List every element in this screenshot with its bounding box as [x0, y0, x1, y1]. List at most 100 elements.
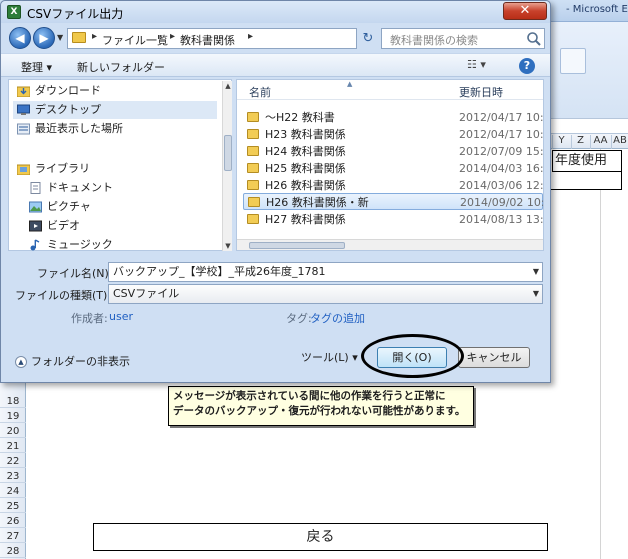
author-label: 作成者: [71, 312, 108, 325]
desktop-icon [17, 104, 30, 115]
ribbon-paste-icon[interactable] [560, 48, 586, 74]
command-toolbar: 整理 ▾ 新しいフォルダー ☷ ▾ ? [1, 53, 550, 77]
folder-row[interactable]: H25 教科書関係 2014/04/03 16:14 [243, 160, 543, 177]
documents-icon [30, 182, 41, 194]
back-button[interactable]: 戻る [93, 523, 548, 551]
column-name-header[interactable]: 名前 [249, 84, 271, 100]
column-date-header[interactable]: 更新日時 [459, 84, 503, 100]
row-number[interactable]: 28 [0, 545, 26, 558]
hide-folders-toggle[interactable]: ▲ フォルダーの非表示 [15, 353, 130, 369]
nav-item-videos[interactable]: ビデオ [25, 217, 217, 235]
column-header-z[interactable]: Z [571, 135, 589, 149]
folder-icon [72, 32, 86, 43]
folder-date: 2012/04/17 10:10 [459, 128, 544, 141]
filetype-select[interactable]: CSVファイル ▼ [108, 284, 543, 304]
hide-folders-label: フォルダーの非表示 [31, 355, 130, 368]
folder-row-selected[interactable]: H26 教科書関係・新 2014/09/02 10:49 [243, 193, 543, 210]
nav-item-music[interactable]: ミュージック [25, 236, 217, 254]
sort-caret-icon: ▲ [347, 80, 353, 88]
scroll-down-icon[interactable]: ▼ [223, 241, 233, 251]
folder-name: H26 教科書関係 [265, 179, 346, 192]
folder-icon [247, 146, 259, 156]
scroll-up-icon[interactable]: ▲ [223, 81, 233, 91]
column-header-aa[interactable]: AA [590, 135, 610, 149]
sheet-cell[interactable] [548, 172, 622, 190]
nav-item-recent[interactable]: 最近表示した場所 [13, 120, 217, 138]
row-number[interactable]: 23 [0, 470, 26, 483]
author-value[interactable]: user [109, 310, 133, 323]
folder-row[interactable]: ～H22 教科書 2012/04/17 10:10 [243, 109, 543, 126]
folder-date: 2014/08/13 13:32 [459, 213, 544, 226]
chevron-right-icon[interactable]: ▸ [170, 31, 175, 42]
nav-item-pictures[interactable]: ピクチャ [25, 198, 217, 216]
collapse-icon: ▲ [15, 356, 27, 368]
nav-item-documents[interactable]: ドキュメント [25, 179, 217, 197]
formula-bar[interactable] [548, 118, 628, 134]
pictures-icon [29, 201, 42, 213]
organize-button[interactable]: 整理 ▾ [21, 59, 52, 75]
nav-scroll-thumb[interactable] [224, 135, 232, 171]
nav-item-desktop[interactable]: デスクトップ [13, 101, 217, 119]
nav-scrollbar[interactable]: ▲ ▼ [222, 81, 232, 251]
chevron-right-icon[interactable]: ▸ [248, 31, 253, 42]
column-header-ab[interactable]: AB [611, 135, 628, 149]
row-number[interactable]: 18 [0, 395, 26, 408]
row-number[interactable]: 25 [0, 500, 26, 513]
back-arrow-icon[interactable]: ◀ [9, 27, 31, 49]
tag-label: タグ: [286, 312, 312, 325]
dialog-titlebar[interactable]: X CSVファイル出力 ✕ [1, 1, 550, 23]
folder-date: 2012/07/09 15:00 [459, 145, 544, 158]
music-icon [30, 239, 40, 251]
chevron-down-icon[interactable]: ▼ [533, 285, 539, 303]
help-icon[interactable]: ? [519, 58, 535, 74]
close-button[interactable]: ✕ [503, 2, 547, 20]
forward-arrow-icon[interactable]: ▶ [33, 27, 55, 49]
recent-pages-dropdown-icon[interactable]: ▼ [57, 33, 63, 42]
row-number[interactable]: 22 [0, 455, 26, 468]
address-bar[interactable]: ▸ ファイル一覧 ▸ 教科書関係 ▸ ▼ [67, 28, 414, 49]
row-number[interactable]: 20 [0, 425, 26, 438]
search-input[interactable]: 教科書関係の検索 [381, 28, 545, 49]
csv-export-dialog: X CSVファイル出力 ✕ ◀ ▶ ▼ ▸ ファイル一覧 ▸ 教科書関係 ▸ ▼… [0, 0, 551, 383]
filename-field[interactable]: バックアップ_【学校】_平成26年度_1781 ▼ [108, 262, 543, 282]
column-header-y[interactable]: Y [552, 135, 570, 149]
folder-name: H27 教科書関係 [265, 213, 346, 226]
warning-message: メッセージが表示されている間に他の作業を行うと正常に データのバックアップ・復元… [168, 386, 474, 426]
row-number[interactable]: 27 [0, 530, 26, 543]
tag-add-link[interactable]: タグの追加 [310, 310, 365, 326]
nav-item-libraries[interactable]: ライブラリ [13, 160, 217, 178]
folder-icon [247, 180, 259, 190]
nav-item-label: デスクトップ [35, 103, 101, 116]
tools-button[interactable]: ツール(L) ▾ [301, 349, 359, 369]
row-number[interactable]: 26 [0, 515, 26, 528]
folder-row[interactable]: H23 教科書関係 2012/04/17 10:10 [243, 126, 543, 143]
nav-item-label: ドキュメント [47, 181, 113, 194]
navigation-pane: ダウンロード デスクトップ 最近表示した場所 ライブラリ ドキュメント ピクチャ… [8, 79, 232, 251]
excel-ribbon [548, 22, 628, 132]
filetype-label: ファイルの種類(T): [15, 289, 112, 302]
new-folder-button[interactable]: 新しいフォルダー [77, 59, 165, 75]
filename-label: ファイル名(N): [37, 267, 113, 280]
chevron-down-icon[interactable]: ▼ [533, 263, 539, 281]
warning-line-1: メッセージが表示されている間に他の作業を行うと正常に [173, 390, 446, 402]
folder-row[interactable]: H26 教科書関係 2014/03/06 12:01 [243, 177, 543, 194]
view-options-icon[interactable]: ☷ ▾ [467, 58, 497, 74]
folder-row[interactable]: H24 教科書関係 2012/07/09 15:00 [243, 143, 543, 160]
year-usage-cell[interactable]: 年度使用 [552, 150, 622, 172]
nav-item-label: ダウンロード [35, 84, 101, 97]
row-number[interactable]: 24 [0, 485, 26, 498]
search-icon[interactable] [526, 31, 542, 47]
folder-row[interactable]: H27 教科書関係 2014/08/13 13:32 [243, 211, 543, 228]
row-number[interactable]: 21 [0, 440, 26, 453]
dialog-title: CSVファイル出力 [27, 7, 124, 21]
breadcrumb-file-list[interactable]: ファイル一覧 [102, 32, 168, 48]
nav-item-downloads[interactable]: ダウンロード [13, 82, 217, 100]
chevron-right-icon[interactable]: ▸ [92, 31, 97, 42]
breadcrumb-textbook[interactable]: 教科書関係 [180, 32, 235, 48]
file-list-hscrollbar[interactable] [237, 239, 543, 250]
highlight-ellipse [361, 334, 464, 378]
refresh-icon[interactable]: ↻ [359, 30, 377, 48]
row-number[interactable]: 19 [0, 410, 26, 423]
file-list-scroll-thumb[interactable] [249, 242, 345, 249]
cancel-button[interactable]: キャンセル [458, 347, 530, 368]
